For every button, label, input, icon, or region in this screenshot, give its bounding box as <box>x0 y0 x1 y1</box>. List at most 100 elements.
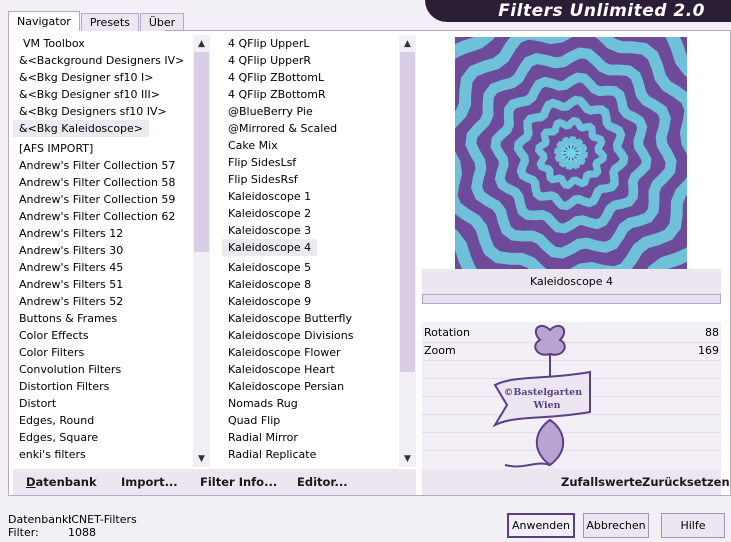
filter-item[interactable]: 4 QFlip ZBottomL <box>222 69 416 86</box>
filter-item[interactable]: 4 QFlip UpperL <box>222 35 416 52</box>
filter-items: 4 QFlip UpperL 4 QFlip UpperR 4 QFlip ZBot… <box>222 35 416 463</box>
scroll-up-icon[interactable]: ▲ <box>193 35 210 52</box>
datenbank-underline: D <box>26 475 36 489</box>
datenbank-button[interactable]: Datenbank <box>26 475 97 489</box>
kaleidoscope-preview-image <box>455 37 687 269</box>
category-scrollbar[interactable]: ▲ ▼ <box>193 35 210 467</box>
category-item[interactable]: &<Bkg Designer sf10 III> <box>13 86 210 103</box>
filter-item[interactable]: Cake Mix <box>222 137 416 154</box>
category-item[interactable]: &<Bkg Kaleidoscope> <box>13 120 150 137</box>
filter-item[interactable]: Kaleidoscope Persian <box>222 378 416 395</box>
help-button[interactable]: Hilfe <box>661 513 725 538</box>
filter-item[interactable]: 4 QFlip UpperR <box>222 52 416 69</box>
status-row-filter: Filter: 1088 <box>8 526 137 539</box>
param-label: Zoom <box>424 344 456 357</box>
status-value: 1088 <box>68 526 96 539</box>
category-item[interactable]: &<Background Designers IV> <box>13 52 210 69</box>
category-item[interactable]: [AFS IMPORT] <box>13 140 210 157</box>
param-value: 169 <box>698 344 719 357</box>
category-scroll-thumb[interactable] <box>194 52 209 252</box>
filter-preview <box>455 37 687 269</box>
category-item[interactable]: Andrew's Filter Collection 59 <box>13 191 210 208</box>
list-toolbar: Datenbank Import... Filter Info... Edito… <box>13 469 416 495</box>
tab-ueber[interactable]: Über <box>139 13 185 31</box>
import-button[interactable]: Import... <box>121 475 178 489</box>
filter-item[interactable]: Nomads Rug <box>222 395 416 412</box>
filter-scrollbar[interactable]: ▲ ▼ <box>399 35 416 467</box>
filter-info-label: Filter Info... <box>200 475 278 489</box>
filter-item[interactable]: Radial Replicate <box>222 446 416 463</box>
tab-presets[interactable]: Presets <box>80 13 139 31</box>
filter-item[interactable]: Flip SidesRsf <box>222 171 416 188</box>
zuruecksetzen-button[interactable]: Zurücksetzen <box>642 475 730 489</box>
filter-item[interactable]: @BlueBerry Pie <box>222 103 416 120</box>
category-item[interactable]: Distortion Filters <box>13 378 210 395</box>
category-item[interactable]: Andrew's Filters 12 <box>13 225 210 242</box>
filter-item[interactable]: Kaleidoscope 3 <box>222 222 416 239</box>
apply-button[interactable]: Anwenden <box>507 513 575 538</box>
category-item[interactable]: Edges, Square <box>13 429 210 446</box>
category-list[interactable]: VM Toolbox &<Background Designers IV> &<Bk… <box>13 35 210 467</box>
filter-item[interactable]: Quad Flip <box>222 412 416 429</box>
category-item[interactable]: Color Effects <box>13 327 210 344</box>
datenbank-rest: atenbank <box>35 475 97 489</box>
filter-scroll-thumb[interactable] <box>400 52 415 372</box>
editor-label: Editor... <box>297 475 348 489</box>
editor-button[interactable]: Editor... <box>297 475 348 489</box>
category-item[interactable]: VM Toolbox <box>13 35 210 52</box>
filter-item[interactable]: Kaleidoscope 1 <box>222 188 416 205</box>
scroll-up-icon[interactable]: ▲ <box>399 35 416 52</box>
filter-item[interactable]: Kaleidoscope 5 <box>222 259 416 276</box>
watermark-line1: ©Bastelgarten <box>504 387 582 398</box>
tab-bar: Navigator Presets Über <box>8 10 185 32</box>
filter-item[interactable]: Kaleidoscope 8 <box>222 276 416 293</box>
filter-item[interactable]: Flip SidesLsf <box>222 154 416 171</box>
filter-item[interactable]: Kaleidoscope Butterfly <box>222 310 416 327</box>
filter-item[interactable]: Kaleidoscope Flower <box>222 344 416 361</box>
status-label: Datenbank: <box>8 513 73 526</box>
app-title-banner: Filters Unlimited 2.0 <box>425 0 731 22</box>
scroll-down-icon[interactable]: ▼ <box>193 450 210 467</box>
category-item[interactable]: Color Filters <box>13 344 210 361</box>
filter-item[interactable]: Kaleidoscope Heart <box>222 361 416 378</box>
filter-item[interactable]: @Mirrored & Scaled <box>222 120 416 137</box>
category-item[interactable]: Andrew's Filter Collection 57 <box>13 157 210 174</box>
category-items: VM Toolbox &<Background Designers IV> &<Bk… <box>13 35 210 463</box>
category-item[interactable]: Andrew's Filter Collection 62 <box>13 208 210 225</box>
param-value: 88 <box>705 326 719 339</box>
category-item[interactable]: Andrew's Filter Collection 58 <box>13 174 210 191</box>
param-label: Rotation <box>424 326 471 339</box>
status-info: Datenbank: ICNET-Filters Filter: 1088 <box>8 513 137 539</box>
filter-item[interactable]: Kaleidoscope 2 <box>222 205 416 222</box>
category-item[interactable]: Andrew's Filters 45 <box>13 259 210 276</box>
cancel-button[interactable]: Abbrechen <box>583 513 649 538</box>
import-label: Import... <box>121 475 178 489</box>
category-item[interactable]: &<Bkg Designer sf10 I> <box>13 69 210 86</box>
selected-filter-name: Kaleidoscope 4 <box>422 269 721 294</box>
filter-item[interactable]: Radial Mirror <box>222 429 416 446</box>
category-item[interactable]: Buttons & Frames <box>13 310 210 327</box>
status-label: Filter: <box>8 526 39 539</box>
category-item[interactable]: &<Bkg Designers sf10 IV> <box>13 103 210 120</box>
category-item[interactable]: Andrew's Filters 30 <box>13 242 210 259</box>
filter-item[interactable]: 4 QFlip ZBottomR <box>222 86 416 103</box>
category-item[interactable]: Convolution Filters <box>13 361 210 378</box>
filter-info-button[interactable]: Filter Info... <box>200 475 277 489</box>
bastelgarten-watermark: ©Bastelgarten Wien <box>492 324 591 468</box>
zufallswerte-button[interactable]: Zufallswerte <box>561 475 642 489</box>
scroll-down-icon[interactable]: ▼ <box>399 450 416 467</box>
filter-item[interactable]: Kaleidoscope 9 <box>222 293 416 310</box>
status-row-database: Datenbank: ICNET-Filters <box>8 513 137 526</box>
filter-item[interactable]: Kaleidoscope 4 <box>222 239 318 256</box>
category-item[interactable]: Edges, Round <box>13 412 210 429</box>
category-item[interactable]: Distort <box>13 395 210 412</box>
filter-list[interactable]: 4 QFlip UpperL 4 QFlip UpperR 4 QFlip ZBot… <box>222 35 416 467</box>
filter-item[interactable]: Kaleidoscope Divisions <box>222 327 416 344</box>
status-value: ICNET-Filters <box>68 513 137 526</box>
param-toolbar: Zufallswerte Zurücksetzen <box>422 469 730 495</box>
category-item[interactable]: enki's filters <box>13 446 210 463</box>
category-item[interactable]: Andrew's Filters 51 <box>13 276 210 293</box>
progress-bar <box>422 294 721 304</box>
tab-navigator[interactable]: Navigator <box>8 11 80 32</box>
category-item[interactable]: Andrew's Filters 52 <box>13 293 210 310</box>
